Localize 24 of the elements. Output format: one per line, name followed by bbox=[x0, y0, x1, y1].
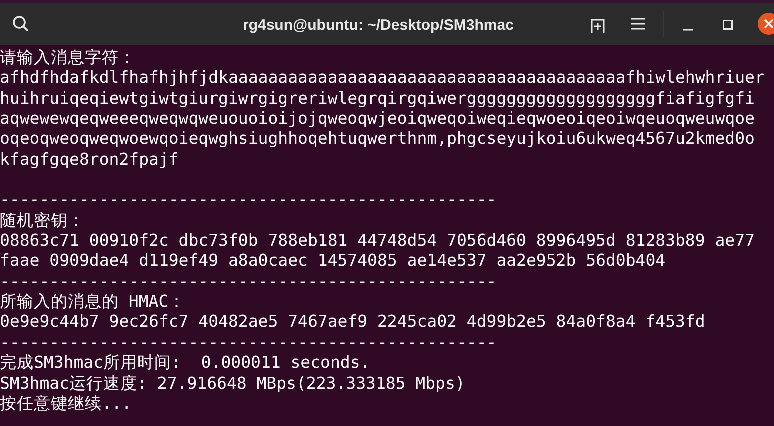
close-icon[interactable] bbox=[758, 13, 774, 35]
terminal-line: -------------------------------------------------- bbox=[0, 190, 497, 211]
terminal-line: 请输入消息字符： bbox=[0, 48, 136, 68]
menu-icon[interactable] bbox=[631, 18, 645, 30]
terminal-line: 按任意键继续... bbox=[0, 394, 132, 414]
terminal-line: aqwewewqeqweeeqweqwqweuouoioijojqweoqwjeoiqweqoiweqieqwoeoiqeoiwqeuoqweuwqoe bbox=[0, 109, 755, 130]
search-icon[interactable] bbox=[12, 15, 30, 33]
terminal-line: afhdfhdafkdlfhafhjhfjdkaaaaaaaaaaaaaaaaaaaaaaaaaaaaaaaaaaaaaaaafhiwlehwhriuer bbox=[0, 68, 765, 89]
terminal-line: 所输入的消息的 HMAC： bbox=[0, 292, 186, 312]
terminal-line: SM3hmac运行速度: 27.916648 MBps(223.333185 Mbps) bbox=[0, 374, 466, 394]
terminal-line: -------------------------------------------------- bbox=[0, 272, 497, 292]
terminal-line: huihruiqeqiewtgiwtgiurgiwrgigreriwlegrqirgqiwergggggggggggggggggggfiafigfgfi bbox=[0, 88, 755, 110]
terminal-line: 随机密钥： bbox=[0, 210, 85, 232]
terminal-line: kfagfgqe8ron2fpajf bbox=[0, 150, 179, 170]
terminal-line: -------------------------------------------------- bbox=[0, 332, 497, 354]
terminal-line: faae 0909dae4 d119ef49 a8a0caec 14574085 ae14e537 aa2e952b 56d0b404 bbox=[0, 251, 666, 272]
terminal-line: 0e9e9c44b7 9ec26fc7 40482ae5 7467aef9 2245ca02 4d99b2e5 84a0f8a4 f453fd bbox=[0, 312, 706, 333]
maximize-icon[interactable] bbox=[723, 20, 733, 30]
terminal-line: 完成SM3hmac所用时间: 0.000011 seconds. bbox=[0, 353, 370, 374]
terminal-line: 08863c71 00910f2c dbc73f0b 788eb181 44748d54 7056d460 8996495d 81283b89 ae77 bbox=[0, 231, 755, 252]
minimize-icon[interactable] bbox=[683, 29, 693, 31]
new-tab-icon[interactable] bbox=[589, 17, 606, 34]
terminal-line: oqeoqweoqweqwoewqoieqwghsiughhoqehtuqwerthnm,phgcseyujkoiu6ukweq4567u2kmed0o bbox=[0, 129, 755, 150]
window-title: rg4sun@ubuntu: ~/Desktop/SM3hmac bbox=[243, 16, 514, 36]
